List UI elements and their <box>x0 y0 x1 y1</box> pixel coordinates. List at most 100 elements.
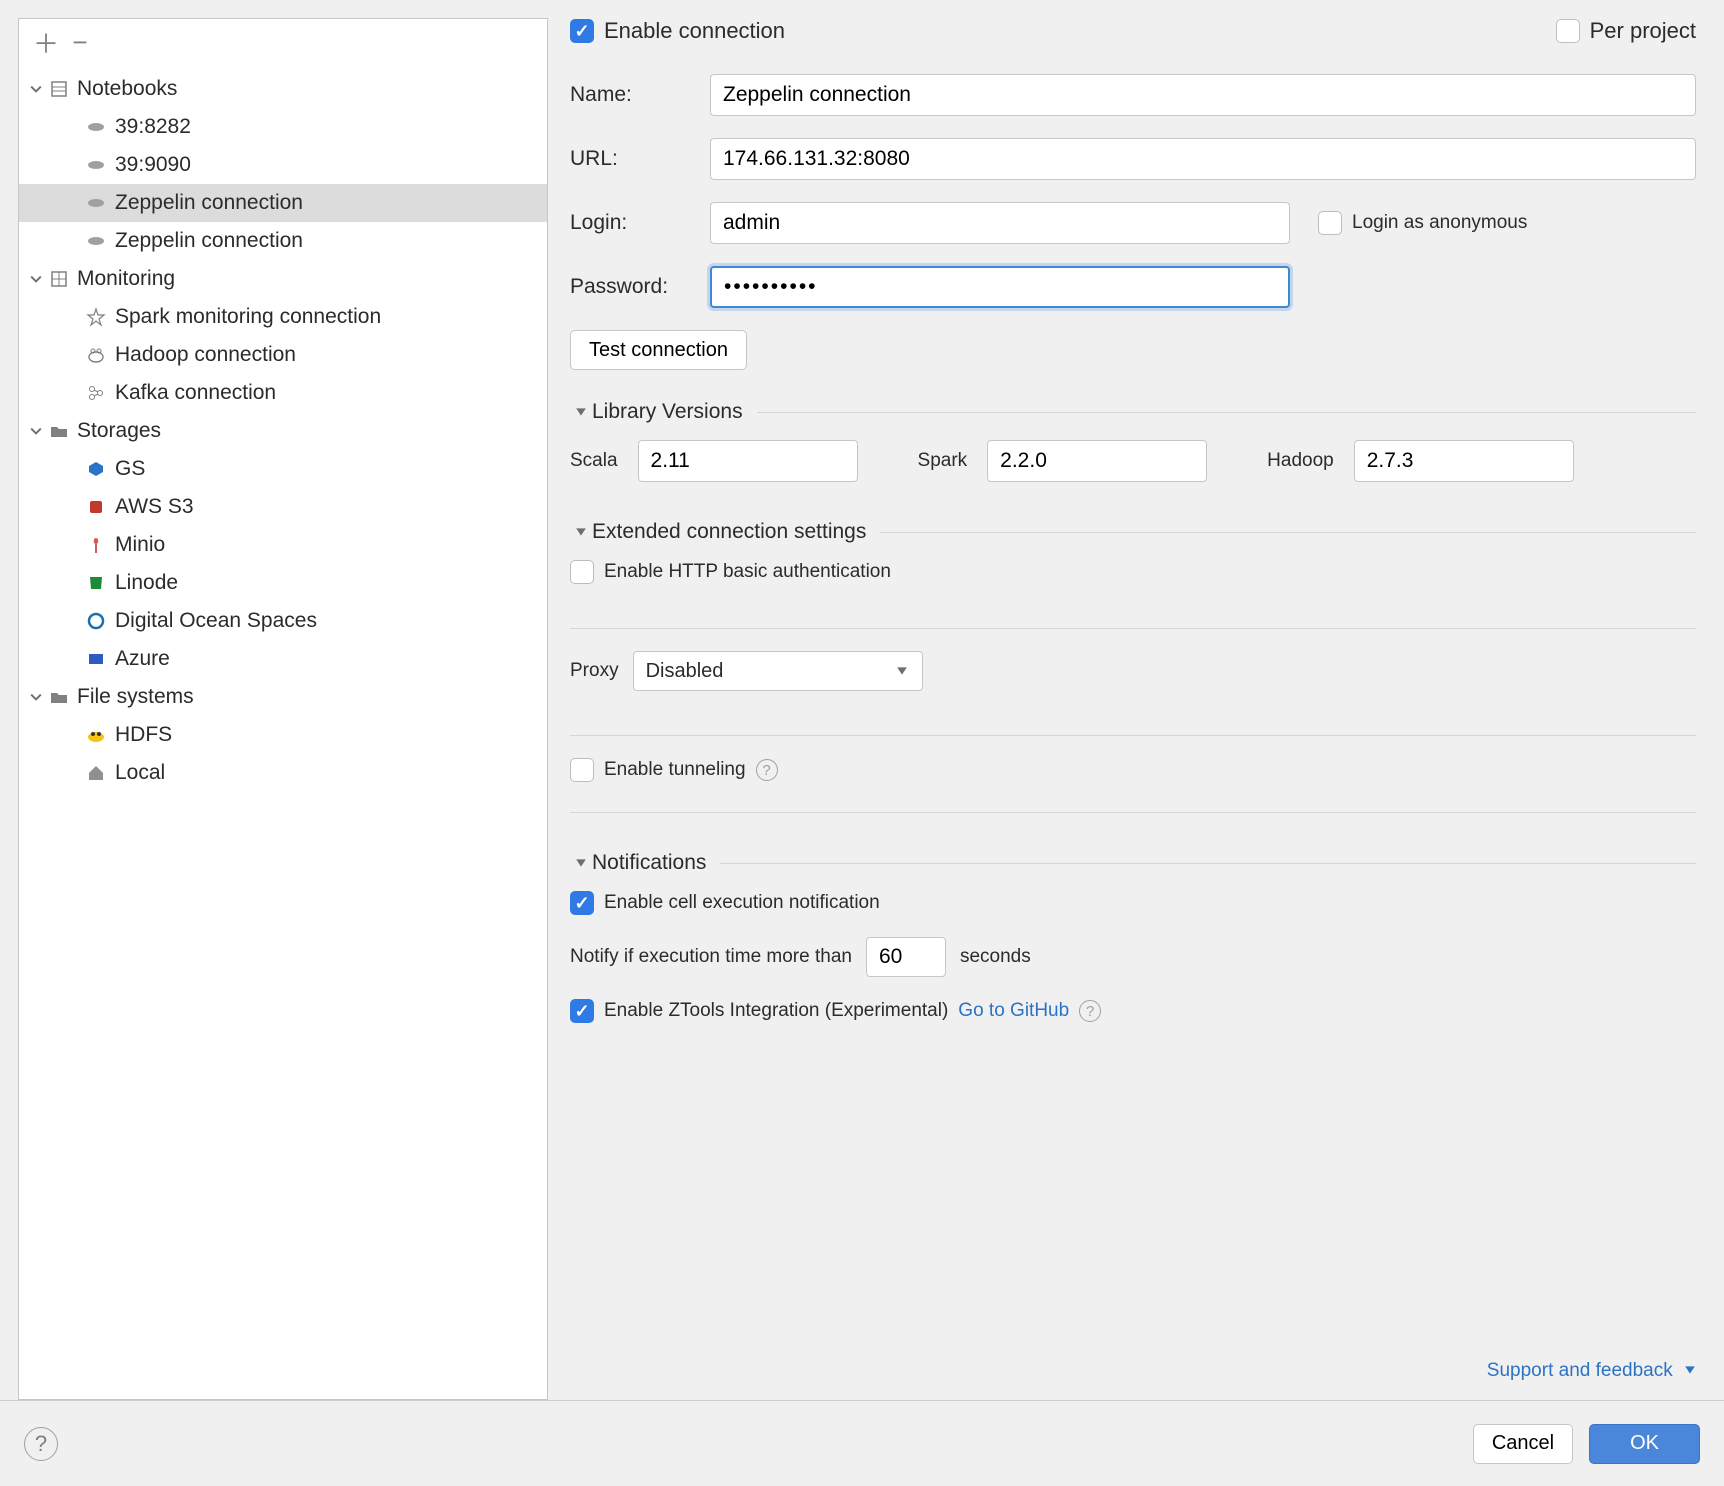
tree-item-label: 39:8282 <box>115 115 191 139</box>
tree-group-storages[interactable]: Storages <box>19 412 547 450</box>
extended-settings-section[interactable]: Extended connection settings <box>570 520 1696 544</box>
tree-group-filesystems[interactable]: File systems <box>19 678 547 716</box>
password-input[interactable] <box>710 266 1290 308</box>
grid-icon <box>47 269 71 289</box>
enable-connection-checkbox[interactable] <box>570 19 594 43</box>
add-button[interactable]: ＋ <box>33 29 59 55</box>
tree-item-label: Zeppelin connection <box>115 191 303 215</box>
help-icon[interactable]: ? <box>1079 1000 1101 1022</box>
notify-seconds-input[interactable] <box>866 937 946 977</box>
hadoop-input[interactable] <box>1354 440 1574 482</box>
tree-item[interactable]: Spark monitoring connection <box>19 298 547 336</box>
kafka-icon <box>83 383 109 403</box>
tree-item[interactable]: Local <box>19 754 547 792</box>
tree-item[interactable]: Hadoop connection <box>19 336 547 374</box>
help-button[interactable]: ? <box>24 1427 58 1461</box>
tunneling-checkbox[interactable] <box>570 758 594 782</box>
tree-item-label: Digital Ocean Spaces <box>115 609 317 633</box>
http-basic-label: Enable HTTP basic authentication <box>604 561 891 583</box>
cancel-button[interactable]: Cancel <box>1473 1424 1573 1464</box>
spark-input[interactable] <box>987 440 1207 482</box>
tree-item[interactable]: Digital Ocean Spaces <box>19 602 547 640</box>
tree-group-label: Notebooks <box>77 77 177 101</box>
tree-item[interactable]: GS <box>19 450 547 488</box>
scala-input[interactable] <box>638 440 858 482</box>
google-cloud-icon <box>83 459 109 479</box>
github-link[interactable]: Go to GitHub <box>958 1000 1069 1022</box>
proxy-label: Proxy <box>570 660 619 682</box>
linode-icon <box>83 573 109 593</box>
support-label: Support and feedback <box>1487 1360 1673 1381</box>
aws-icon <box>83 497 109 517</box>
chevron-down-icon <box>570 406 592 418</box>
http-basic-checkbox[interactable] <box>570 560 594 584</box>
tree-item[interactable]: 39:9090 <box>19 146 547 184</box>
per-project-checkbox[interactable] <box>1556 19 1580 43</box>
spark-icon <box>83 307 109 327</box>
tree-item-label: Zeppelin connection <box>115 229 303 253</box>
tree-item[interactable]: AWS S3 <box>19 488 547 526</box>
password-label: Password: <box>570 275 710 299</box>
tree-item[interactable]: Zeppelin connection <box>19 222 547 260</box>
tree-item[interactable]: Minio <box>19 526 547 564</box>
sidebar-toolbar: ＋ − <box>19 19 547 68</box>
ok-button[interactable]: OK <box>1589 1424 1700 1464</box>
cell-exec-label: Enable cell execution notification <box>604 892 880 914</box>
tree-item[interactable]: HDFS <box>19 716 547 754</box>
section-title: Notifications <box>592 851 706 875</box>
name-input[interactable] <box>710 74 1696 116</box>
help-icon[interactable]: ? <box>756 759 778 781</box>
tree-item-label: Linode <box>115 571 178 595</box>
test-connection-button[interactable]: Test connection <box>570 330 747 370</box>
chevron-down-icon <box>25 273 47 285</box>
section-title: Extended connection settings <box>592 520 866 544</box>
hadoop-icon <box>83 345 109 365</box>
library-versions-section[interactable]: Library Versions <box>570 400 1696 424</box>
minio-icon <box>83 535 109 555</box>
tree-group-label: Storages <box>77 419 161 443</box>
tree-item[interactable]: Linode <box>19 564 547 602</box>
chevron-down-icon <box>25 83 47 95</box>
login-anonymous-label: Login as anonymous <box>1352 212 1527 234</box>
url-input[interactable] <box>710 138 1696 180</box>
tree-group-label: File systems <box>77 685 194 709</box>
login-anonymous-checkbox[interactable] <box>1318 211 1342 235</box>
folder-icon <box>47 687 71 707</box>
dialog-footer: ? Cancel OK <box>0 1400 1724 1486</box>
tree-item-label: AWS S3 <box>115 495 194 519</box>
digitalocean-icon <box>83 611 109 631</box>
tree-item[interactable]: Azure <box>19 640 547 678</box>
hadoop-label: Hadoop <box>1267 450 1334 472</box>
tree-group-label: Monitoring <box>77 267 175 291</box>
chevron-down-icon <box>896 660 908 683</box>
support-link[interactable]: Support and feedback <box>1487 1360 1696 1382</box>
connection-form: Enable connection Per project Name: URL:… <box>570 18 1706 1400</box>
tree-item-label: Azure <box>115 647 170 671</box>
zeppelin-icon <box>83 155 109 175</box>
tunneling-label: Enable tunneling <box>604 759 746 781</box>
tree-item[interactable]: 39:8282 <box>19 108 547 146</box>
cell-exec-checkbox[interactable] <box>570 891 594 915</box>
notifications-section[interactable]: Notifications <box>570 851 1696 875</box>
tree-item[interactable]: Kafka connection <box>19 374 547 412</box>
tree-group-notebooks[interactable]: Notebooks <box>19 70 547 108</box>
per-project-label: Per project <box>1590 18 1696 44</box>
home-icon <box>83 763 109 783</box>
chevron-down-icon <box>1684 1364 1696 1376</box>
spark-label: Spark <box>918 450 968 472</box>
notebook-icon <box>47 79 71 99</box>
azure-icon <box>83 649 109 669</box>
remove-button[interactable]: − <box>67 29 93 55</box>
zeppelin-icon <box>83 231 109 251</box>
tree-item-label: HDFS <box>115 723 172 747</box>
tree-item-label: Kafka connection <box>115 381 276 405</box>
ztools-label: Enable ZTools Integration (Experimental) <box>604 1000 948 1022</box>
tree-item-label: Minio <box>115 533 165 557</box>
proxy-select[interactable]: Disabled <box>633 651 923 691</box>
tree-item[interactable]: Zeppelin connection <box>19 184 547 222</box>
notify-if-label-1: Notify if execution time more than <box>570 946 852 968</box>
tree-group-monitoring[interactable]: Monitoring <box>19 260 547 298</box>
tree-item-label: Hadoop connection <box>115 343 296 367</box>
login-input[interactable] <box>710 202 1290 244</box>
ztools-checkbox[interactable] <box>570 999 594 1023</box>
